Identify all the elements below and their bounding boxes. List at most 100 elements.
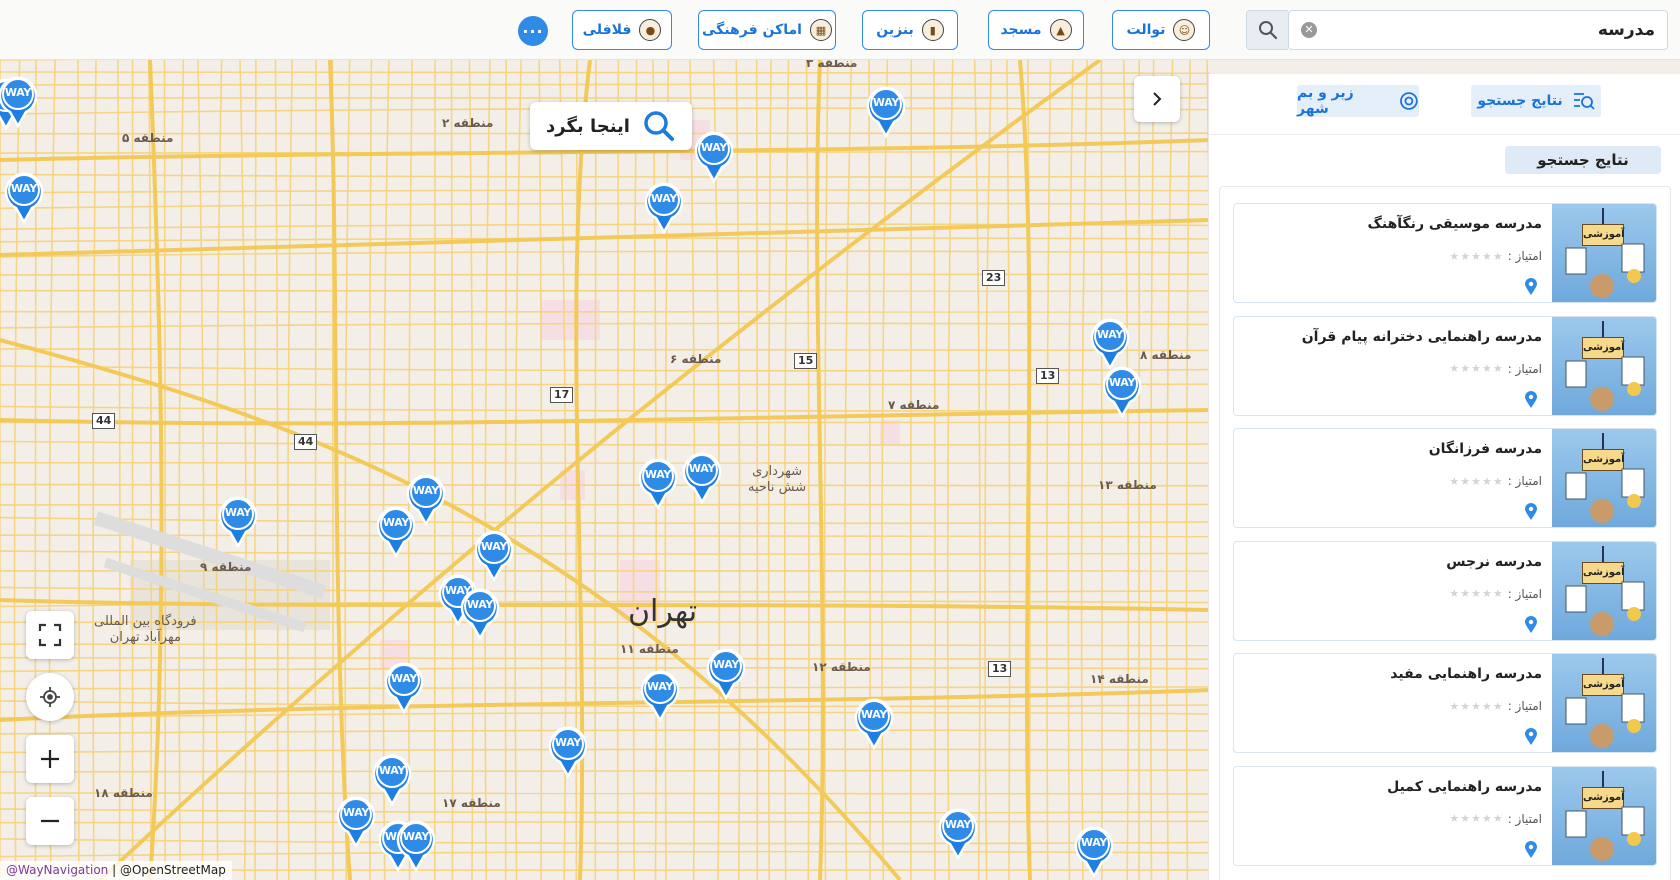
way-pin[interactable]: WAY (1102, 364, 1142, 418)
clear-search-button[interactable]: ✕ (1301, 22, 1317, 38)
search-input[interactable] (1355, 11, 1655, 48)
search-box: ✕ (1288, 10, 1668, 50)
zoom-in-button[interactable] (26, 735, 74, 783)
more-categories-button[interactable]: ··· (518, 16, 548, 46)
district-label: منطقه ۲ (442, 116, 494, 130)
result-thumbnail: آموزشی (1552, 766, 1656, 865)
tab-explore-city[interactable]: زیر و بم شهر (1297, 85, 1419, 117)
panel-divider (1209, 134, 1680, 135)
category-chip-mosque[interactable]: مسجد ▲ (988, 10, 1084, 50)
result-card[interactable]: آموزشی مدرسه موسیقی رنگآهنگ امتیاز : ★★★… (1233, 203, 1657, 303)
way-pin[interactable]: WAY (372, 752, 412, 806)
way-pin[interactable]: WAY (694, 129, 734, 183)
category-chip-label: بنزین (876, 22, 914, 38)
search-here-button[interactable]: اینجا بگرد (530, 102, 692, 150)
way-pin[interactable]: WAY (644, 180, 684, 234)
way-pin[interactable]: WAY (396, 818, 436, 872)
pin-label: WAY (342, 806, 370, 819)
star-rating-icon: ★★★★★ (1449, 699, 1504, 713)
location-pin-icon[interactable] (1524, 390, 1538, 409)
section-title: نتایج جستجو (1505, 146, 1661, 174)
way-pin[interactable]: WAY (938, 806, 978, 860)
result-rating: امتیاز : ★★★★★ (1449, 587, 1542, 601)
district-label: منطقه ۱۱ (620, 642, 679, 656)
result-card[interactable]: آموزشی مدرسه نرجس امتیاز : ★★★★★ (1233, 540, 1657, 641)
tab-label: زیر و بم شهر (1297, 85, 1354, 117)
city-hall-label: شهرداری شش ناحیه (748, 464, 807, 495)
result-thumbnail: آموزشی (1552, 204, 1656, 302)
result-title: مدرسه راهنمایی دخترانه پیام قرآن (1301, 328, 1542, 345)
district-label: منطقه ۷ (888, 398, 940, 412)
map-pin-icon (548, 726, 588, 778)
map-attribution: @WayNavigation | @OpenStreetMap (0, 861, 232, 880)
category-chip-toilet[interactable]: توالت ☺ (1112, 10, 1210, 50)
way-pin[interactable]: WAY (706, 646, 746, 700)
star-rating-icon: ★★★★★ (1449, 249, 1504, 263)
locate-button[interactable] (26, 673, 74, 721)
way-pin[interactable]: WAY (384, 660, 424, 714)
result-card[interactable]: آموزشی مدرسه راهنمایی کمیل امتیاز : ★★★★… (1233, 765, 1657, 866)
way-pin[interactable]: WAY (460, 586, 500, 640)
category-chip-falafel[interactable]: فلافلی ● (572, 10, 672, 50)
pin-label: WAY (644, 468, 672, 481)
result-card[interactable]: آموزشی مدرسه فرزانگان امتیاز : ★★★★★ (1233, 428, 1657, 528)
way-pin[interactable]: WAY (4, 170, 44, 224)
location-pin-icon[interactable] (1524, 503, 1538, 521)
way-pin[interactable]: WAY (336, 794, 376, 848)
way-pin[interactable]: WAY (0, 74, 38, 128)
way-pin[interactable]: WAY (1074, 824, 1114, 878)
pin-label: WAY (1096, 328, 1124, 341)
category-chip-cultural[interactable]: اماکن فرهنگی ▦ (698, 10, 836, 50)
way-pin[interactable]: WAY (640, 668, 680, 722)
collapse-panel-button[interactable] (1134, 76, 1180, 122)
way-pin[interactable]: WAY (638, 456, 678, 510)
district-label: منطقه ۵ (122, 131, 174, 145)
result-card[interactable]: آموزشی مدرسه راهنمایی دخترانه پیام قرآن … (1233, 315, 1657, 416)
education-illustration (1565, 208, 1645, 298)
way-pin[interactable]: WAY (548, 724, 588, 778)
location-pin-icon[interactable] (1524, 728, 1538, 746)
way-pin[interactable]: WAY (376, 504, 416, 558)
map-pin-icon (4, 172, 44, 224)
search-submit-button[interactable] (1246, 10, 1288, 50)
star-rating-icon: ★★★★★ (1449, 587, 1504, 600)
attribution-way-link[interactable]: @WayNavigation (6, 863, 108, 877)
location-pin-icon[interactable] (1524, 278, 1538, 296)
education-illustration (1565, 770, 1645, 861)
map-pin-icon (0, 76, 38, 128)
pin-label: WAY (402, 830, 430, 843)
location-pin-icon[interactable] (1524, 615, 1538, 634)
pin-label: WAY (944, 818, 972, 831)
result-rating: امتیاز : ★★★★★ (1449, 362, 1542, 376)
way-pin[interactable]: WAY (474, 528, 514, 582)
education-illustration (1565, 433, 1645, 523)
route-shield: 13 (988, 661, 1012, 677)
pin-label: WAY (382, 516, 410, 529)
way-pin[interactable]: WAY (854, 696, 894, 750)
way-pin[interactable]: WAY (866, 84, 906, 138)
category-chip-gas[interactable]: بنزین ▮ (862, 10, 958, 50)
way-pin[interactable]: WAY (1090, 316, 1130, 370)
map-pin-icon (682, 452, 722, 504)
rating-label: امتیاز : (1507, 811, 1542, 826)
star-rating-icon: ★★★★★ (1449, 474, 1504, 488)
zoom-out-button[interactable] (26, 797, 74, 845)
fullscreen-button[interactable] (26, 611, 74, 659)
attribution-osm-link[interactable]: @OpenStreetMap (120, 863, 226, 877)
way-pin[interactable]: WAY (682, 450, 722, 504)
top-bar: ··· فلافلی ● اماکن فرهنگی ▦ بنزین ▮ مسجد… (0, 0, 1680, 60)
result-card[interactable]: آموزشی مدرسه راهنمایی مفید امتیاز : ★★★★… (1233, 653, 1657, 753)
route-shield: 17 (550, 387, 574, 403)
map-pin-icon (854, 698, 894, 750)
map-pin-icon (706, 648, 746, 700)
location-pin-icon[interactable] (1524, 840, 1538, 859)
district-label: منطقه ۱۷ (442, 796, 501, 810)
map-pin-icon (644, 182, 684, 234)
map-pin-icon (336, 796, 376, 848)
pin-label: WAY (378, 764, 406, 777)
map-pin-icon (460, 588, 500, 640)
pin-label: WAY (1080, 836, 1108, 849)
falafel-icon: ● (639, 19, 662, 41)
way-pin[interactable]: WAY (218, 494, 258, 548)
tab-search-results[interactable]: نتایج جستجو (1471, 85, 1601, 117)
